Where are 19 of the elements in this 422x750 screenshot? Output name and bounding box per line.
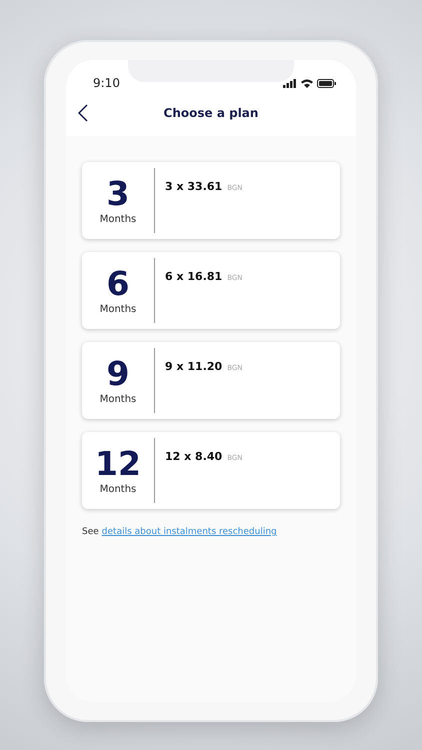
plan-months-label: Months (100, 484, 136, 494)
status-time: 9:10 (93, 76, 120, 90)
plan-instalment-amount: 9 x 11.20 (165, 360, 222, 373)
plan-instalment-amount: 3 x 33.61 (165, 180, 222, 193)
plan-months-number: 6 (106, 266, 130, 300)
plan-months-label: Months (100, 304, 136, 314)
wifi-icon (301, 78, 313, 88)
footnote-text: See (82, 527, 99, 537)
plan-months-label: Months (100, 214, 136, 224)
back-button[interactable] (76, 102, 90, 124)
plan-instalment-amount: 6 x 16.81 (165, 270, 222, 283)
plan-months-number: 9 (106, 356, 130, 390)
signal-icon (283, 78, 297, 88)
battery-icon (317, 78, 336, 88)
plan-months-number: 3 (106, 176, 130, 210)
screen-title: Choose a plan (162, 106, 260, 120)
plan-months-number: 12 (95, 446, 141, 480)
plan-instalment-amount: 12 x 8.40 (165, 450, 222, 463)
plan-months-label: Months (100, 394, 136, 404)
